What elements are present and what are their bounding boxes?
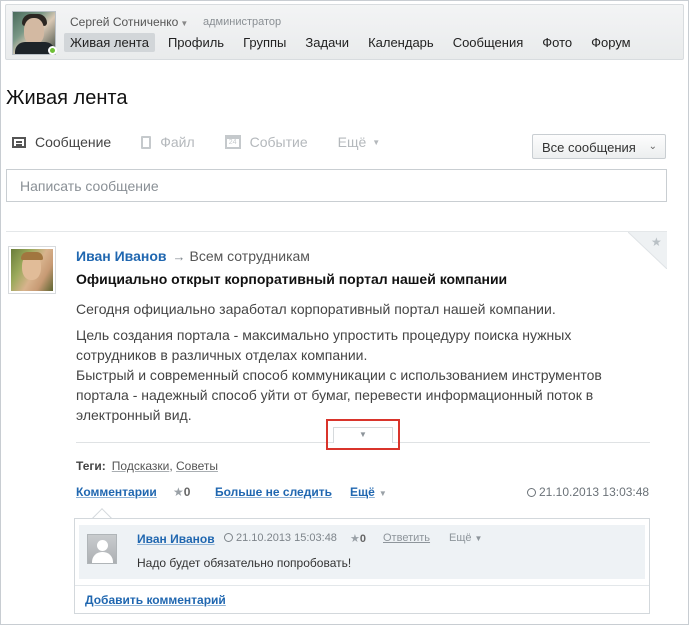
chevron-down-icon: ▼ xyxy=(378,489,387,498)
tab-event-label: Событие xyxy=(249,134,308,150)
nav-item-photo[interactable]: Фото xyxy=(536,33,578,52)
post-paragraph: Цель создания портала - максимально упро… xyxy=(76,327,572,363)
post-paragraph: Сегодня официально заработал корпоративн… xyxy=(76,301,556,317)
clock-icon xyxy=(527,488,536,497)
feed-filter-value: Все сообщения xyxy=(542,140,636,155)
post-body: Сегодня официально заработал корпоративн… xyxy=(76,299,636,425)
post-date: 21.10.2013 13:03:48 xyxy=(527,485,649,499)
post-recipient[interactable]: Всем сотрудникам xyxy=(190,248,310,264)
tags-label: Теги: xyxy=(76,459,106,473)
tab-message[interactable]: Сообщение xyxy=(12,134,111,150)
tag-link[interactable]: Советы xyxy=(176,459,218,473)
comment-date: 21.10.2013 15:03:48 xyxy=(224,532,337,544)
tab-more-label: Ещё xyxy=(337,134,367,150)
comments-panel: Иван Иванов 21.10.2013 15:03:48 ★0 Ответ… xyxy=(74,518,650,614)
post-title: Официально открыт корпоративный портал н… xyxy=(76,271,508,287)
nav-item-feed[interactable]: Живая лента xyxy=(64,33,155,52)
comment-text: Надо будет обязательно попробовать! xyxy=(137,556,352,570)
comment-like-count: 0 xyxy=(359,533,366,545)
tab-event[interactable]: 24 Событие xyxy=(224,134,308,150)
comment-reply-link[interactable]: Ответить xyxy=(383,532,430,544)
comment-more-menu[interactable]: Ещё ▼ xyxy=(449,532,482,544)
nav-item-groups[interactable]: Группы xyxy=(237,33,292,52)
chevron-down-icon: ▼ xyxy=(180,19,189,28)
chevron-down-icon: ▼ xyxy=(474,534,483,543)
tab-more[interactable]: Ещё ▼ xyxy=(338,134,381,150)
post-actions: Комментарии ★0 Больше не следить Ещё ▼ 21… xyxy=(76,485,649,501)
comment-date-value: 21.10.2013 15:03:48 xyxy=(236,532,337,544)
nav-item-forum[interactable]: Форум xyxy=(585,33,637,52)
tag-link[interactable]: Подсказки xyxy=(112,459,170,473)
comment-more-label: Ещё xyxy=(449,532,472,544)
favorite-star-icon[interactable]: ★ xyxy=(651,235,662,249)
like-button[interactable]: ★0 xyxy=(173,485,190,499)
chevron-down-icon: ⌄ xyxy=(648,141,657,152)
comment-author-avatar[interactable] xyxy=(87,534,117,564)
post-author-line: Иван Иванов → Всем сотрудникам xyxy=(76,248,310,264)
message-input[interactable]: Написать сообщение xyxy=(6,169,667,202)
online-status-icon xyxy=(48,46,57,55)
message-icon xyxy=(12,136,26,148)
comment-author-link[interactable]: Иван Иванов xyxy=(137,532,215,546)
post-more-label: Ещё xyxy=(350,485,375,499)
page-title: Живая лента xyxy=(6,87,128,109)
post-author-link[interactable]: Иван Иванов xyxy=(76,248,167,264)
tab-file-label: Файл xyxy=(160,134,195,150)
current-user-name: Сергей Сотниченко xyxy=(70,15,179,29)
post-paragraph: Быстрый и современный способ коммуникаци… xyxy=(76,367,602,423)
post-more-menu[interactable]: Ещё ▼ xyxy=(350,485,387,499)
nav-item-calendar[interactable]: Календарь xyxy=(362,33,440,52)
comment-header: Иван Иванов 21.10.2013 15:03:48 ★0 Ответ… xyxy=(137,532,637,546)
main-nav: Живая лента Профиль Группы Задачи Календ… xyxy=(64,33,644,52)
post-author-avatar[interactable] xyxy=(8,246,56,294)
comments-link[interactable]: Комментарии xyxy=(76,485,157,499)
current-user-role: администратор xyxy=(203,16,282,28)
nav-item-tasks[interactable]: Задачи xyxy=(299,33,355,52)
comment-item: Иван Иванов 21.10.2013 15:03:48 ★0 Ответ… xyxy=(79,525,645,579)
comment-like-button[interactable]: ★0 xyxy=(350,532,366,545)
arrow-right-icon: → xyxy=(172,249,186,264)
add-comment-link[interactable]: Добавить комментарий xyxy=(85,593,226,607)
nav-item-profile[interactable]: Профиль xyxy=(162,33,230,52)
post-tags: Теги: Подсказки, Советы xyxy=(76,459,218,473)
tab-message-label: Сообщение xyxy=(35,134,112,150)
post-date-value: 21.10.2013 13:03:48 xyxy=(539,485,650,499)
nav-item-messages[interactable]: Сообщения xyxy=(447,33,530,52)
add-comment-row: Добавить комментарий xyxy=(75,585,649,613)
tab-file[interactable]: Файл xyxy=(141,134,195,150)
highlight-box xyxy=(326,419,400,450)
chevron-down-icon: ▼ xyxy=(372,137,381,147)
divider xyxy=(6,231,667,232)
feed-filter-select[interactable]: Все сообщения ⌄ xyxy=(532,134,666,159)
calendar-icon: 24 xyxy=(224,135,241,149)
clock-icon xyxy=(224,533,233,542)
file-icon xyxy=(141,135,152,149)
like-count: 0 xyxy=(183,485,191,499)
unfollow-link[interactable]: Больше не следить xyxy=(215,485,332,499)
composer-tabs: Сообщение Файл 24 Событие Ещё ▼ xyxy=(12,134,410,150)
current-user-menu[interactable]: Сергей Сотниченко ▼ xyxy=(70,15,188,29)
top-header: Сергей Сотниченко ▼ администратор Живая л… xyxy=(5,4,684,60)
